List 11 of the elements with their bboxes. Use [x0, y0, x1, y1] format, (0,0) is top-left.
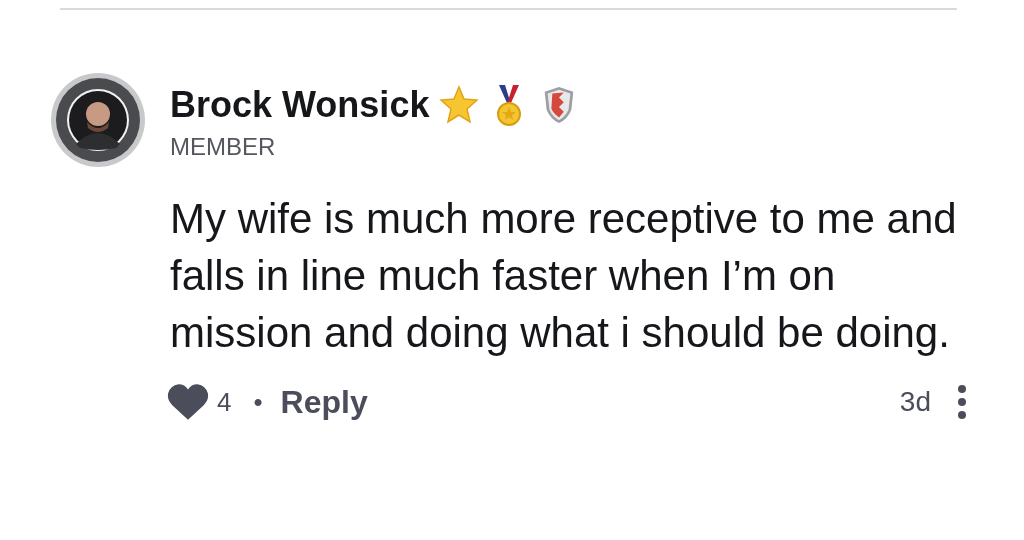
member-role: MEMBER — [170, 133, 277, 161]
more-options-icon[interactable] — [957, 384, 967, 420]
heart-icon[interactable] — [167, 383, 209, 421]
like-count: 4 — [217, 386, 232, 418]
comment-text: My wife is much more receptive to me and falls in line much faster when I’m on mission and doing what i should be doing. — [170, 194, 958, 358]
author-name[interactable]: Brock Wonsick — [170, 84, 430, 126]
separator-dot: • — [253, 386, 263, 418]
star-icon — [439, 85, 480, 125]
reply-button[interactable]: Reply — [280, 383, 368, 421]
medal-icon — [495, 83, 524, 127]
comment-age: 3d — [899, 386, 931, 418]
